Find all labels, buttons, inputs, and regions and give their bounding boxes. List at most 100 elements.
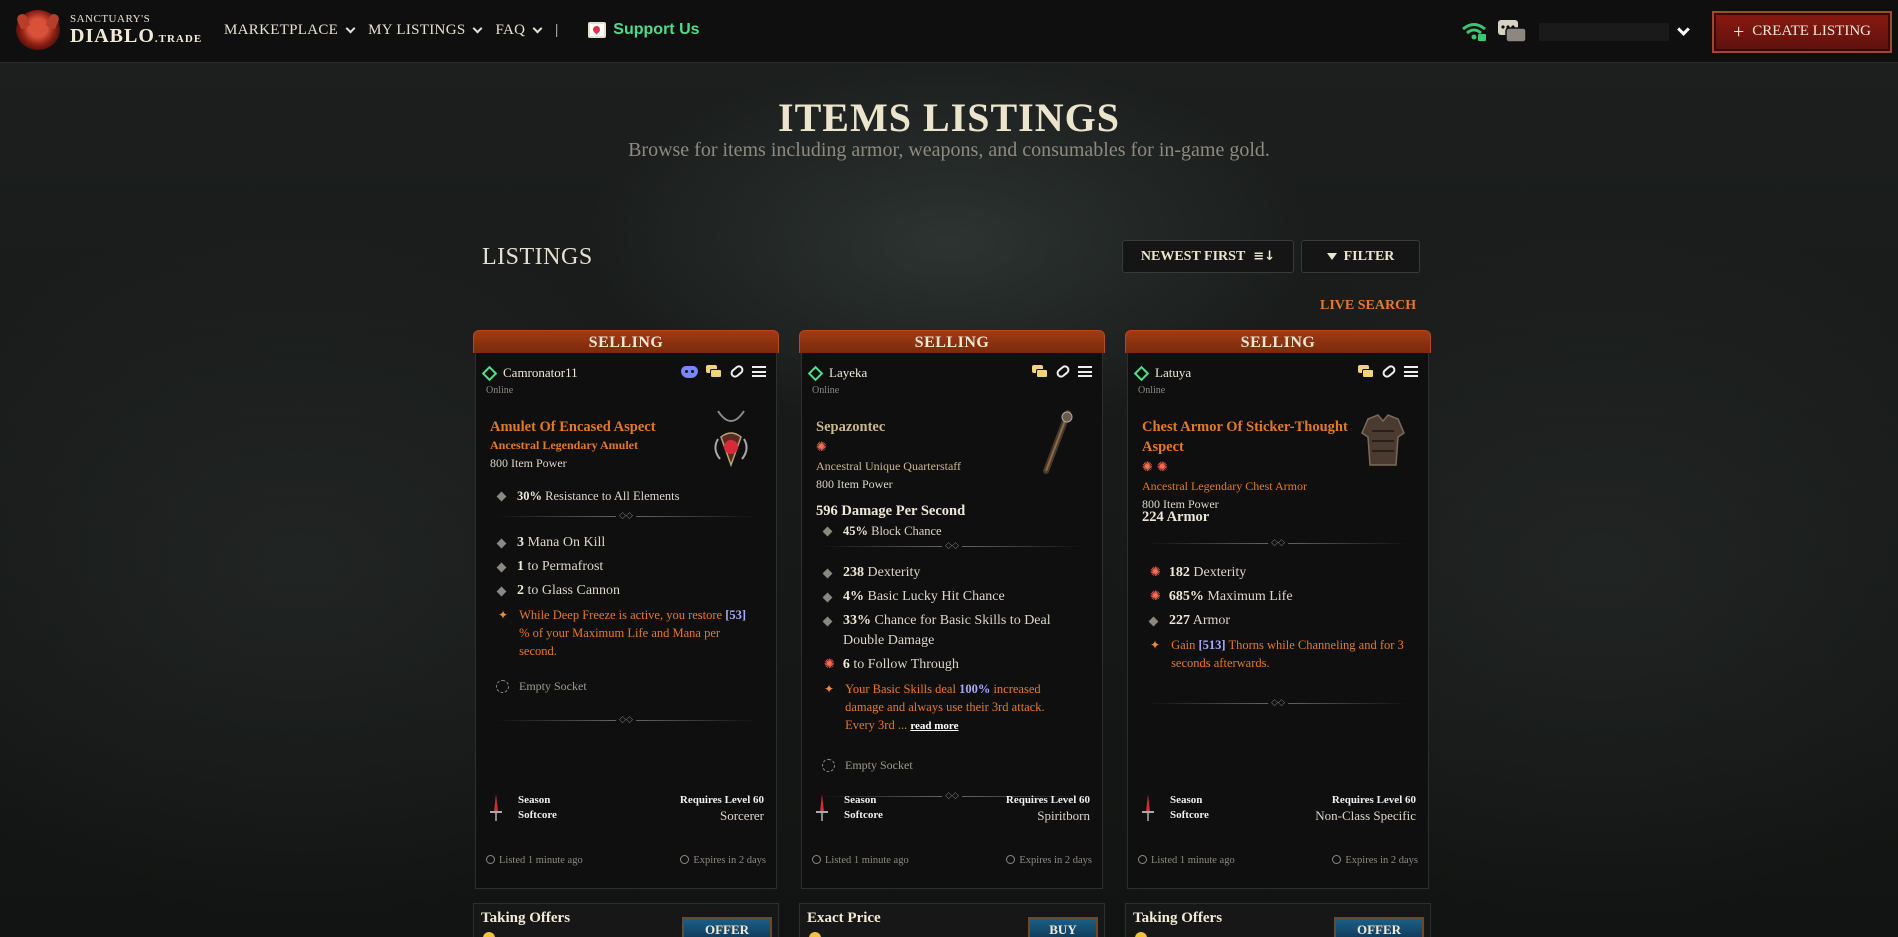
page-subtitle: Browse for items including armor, weapon… (628, 139, 1270, 161)
class-requirement: Non-Class Specific (1315, 808, 1416, 823)
mode-label: Softcore (1170, 809, 1209, 821)
clock-icon (1138, 855, 1147, 864)
unique-power: ✦ Your Basic Skills deal 100% increased … (824, 682, 1045, 732)
online-status-icon (481, 365, 498, 381)
quarterstaff-image (1043, 410, 1073, 474)
chevron-down-icon[interactable] (1677, 22, 1690, 36)
read-more-link[interactable]: read more (910, 720, 958, 732)
listing-card[interactable]: SELLING Latuya Online Chest Armor Of Sti… (1125, 330, 1431, 937)
chat-icon[interactable] (1032, 365, 1048, 378)
affix: 238 Dexterity (822, 563, 1084, 583)
affix: 33% Chance for Basic Skills to Deal Doub… (822, 611, 1069, 651)
divider: ◇◇ (496, 511, 756, 521)
online-status-icon (807, 365, 824, 381)
empty-socket: Empty Socket (496, 679, 587, 694)
messages-icon[interactable] (1497, 19, 1527, 45)
legendary-aspect: ✦ While Deep Freeze is active, you resto… (498, 608, 747, 658)
armor-value: 224 Armor (1142, 509, 1210, 525)
nav-marketplace[interactable]: MARKETPLACE (224, 22, 356, 39)
affix: 1 to Permafrost (496, 557, 758, 577)
season-label: Season (844, 794, 877, 806)
required-level: Requires Level 60 (1005, 794, 1090, 806)
buy-button[interactable]: BUY (1028, 917, 1098, 937)
class-requirement: Sorcerer (719, 808, 764, 823)
greater-affix-icon: ✺ (1142, 460, 1153, 475)
price-bar: Exact Price BUY (799, 903, 1105, 937)
listing-type-tab: SELLING (799, 330, 1105, 353)
implicit-stat: 30% Resistance to All Elements (496, 486, 758, 506)
divider: ◇◇ (822, 541, 1082, 551)
user-account-menu[interactable] (1539, 22, 1669, 41)
sort-icon: ≡↓ (1253, 249, 1276, 264)
menu-icon[interactable] (1078, 366, 1092, 377)
create-listing-button[interactable]: + CREATE LISTING (1712, 10, 1892, 53)
damage-per-second: 596 Damage Per Second (816, 503, 966, 519)
item-power: 800 Item Power (490, 456, 567, 470)
season-label: Season (518, 794, 551, 806)
offer-button[interactable]: OFFER (1334, 917, 1424, 937)
seller-name[interactable]: Layeka (829, 365, 867, 381)
affix: 4% Basic Lucky Hit Chance (822, 587, 1084, 607)
plus-icon: + (1732, 20, 1745, 43)
clock-icon (486, 855, 495, 864)
empty-socket: Empty Socket (822, 758, 913, 773)
implicit-stat: 45% Block Chance (822, 521, 1084, 541)
amulet-image (714, 410, 748, 468)
season-sword-icon (490, 794, 502, 821)
chat-icon[interactable] (706, 365, 722, 378)
live-search-link[interactable]: LIVE SEARCH (1320, 298, 1416, 314)
price-type: Taking Offers (481, 910, 571, 926)
item-type: Ancestral Legendary Amulet (490, 438, 638, 452)
page-title: ITEMS LISTINGS (778, 95, 1120, 140)
logo-line-2: DIABLO.TRADE (70, 25, 203, 47)
nav-faq[interactable]: FAQ (495, 22, 543, 39)
clock-icon (1332, 855, 1342, 864)
link-icon[interactable] (1380, 363, 1398, 380)
chat-icon[interactable] (1358, 365, 1374, 378)
clock-icon (1006, 855, 1016, 864)
filter-button[interactable]: FILTER (1301, 240, 1420, 273)
socket-icon (822, 759, 835, 772)
item-type: Ancestral Unique Quarterstaff (816, 459, 962, 473)
support-us-link[interactable]: Support Us (588, 21, 700, 39)
nav-my-listings[interactable]: MY LISTINGS (368, 22, 483, 39)
site-logo[interactable]: SANCTUARY'S DIABLO.TRADE (16, 10, 202, 50)
unique-power-icon: ✦ (824, 682, 835, 696)
discord-icon[interactable] (681, 365, 698, 378)
logo-line-1: SANCTUARY'S (70, 13, 151, 25)
price-type: Taking Offers (1133, 910, 1223, 926)
seller-status: Online (486, 385, 514, 396)
listed-time: Listed 1 minute ago (812, 855, 909, 866)
clock-icon (680, 855, 690, 864)
seller-name[interactable]: Latuya (1155, 365, 1191, 381)
menu-icon[interactable] (1404, 366, 1418, 377)
listed-time: Listed 1 minute ago (1138, 855, 1235, 866)
greater-affix-icon: ✺ (1150, 565, 1161, 580)
greater-affix-icon: ✺ (1150, 589, 1161, 604)
link-icon[interactable] (728, 363, 746, 380)
chevron-down-icon (532, 23, 543, 33)
listings-heading: LISTINGS (482, 244, 593, 270)
gold-coin-icon (1135, 932, 1147, 937)
listing-card[interactable]: SELLING Camronator11 Online Amulet Of En… (473, 330, 779, 937)
listing-card[interactable]: SELLING Layeka Online Sepazontec ✺ Ances… (799, 330, 1105, 937)
connection-icon (1462, 22, 1486, 41)
required-level: Requires Level 60 (1331, 794, 1416, 806)
greater-affix-icon: ✺ (816, 440, 827, 455)
menu-icon[interactable] (752, 366, 766, 377)
link-icon[interactable] (1054, 363, 1072, 380)
online-status-icon (1133, 365, 1150, 381)
price-type: Exact Price (807, 910, 881, 926)
heart-cup-icon (588, 22, 607, 38)
offer-button[interactable]: OFFER (682, 917, 772, 937)
chest-armor-image (1361, 414, 1405, 466)
expires-time: Expires in 2 days (680, 855, 766, 866)
funnel-icon (1326, 253, 1337, 260)
sort-button[interactable]: NEWEST FIRST ≡↓ (1122, 240, 1294, 273)
expires-time: Expires in 2 days (1006, 855, 1092, 866)
affix: 3 Mana On Kill (496, 533, 758, 553)
seller-name[interactable]: Camronator11 (503, 365, 578, 381)
item-name: Sepazontec (816, 419, 886, 435)
required-level: Requires Level 60 (679, 794, 764, 806)
divider: ◇◇ (496, 715, 756, 725)
